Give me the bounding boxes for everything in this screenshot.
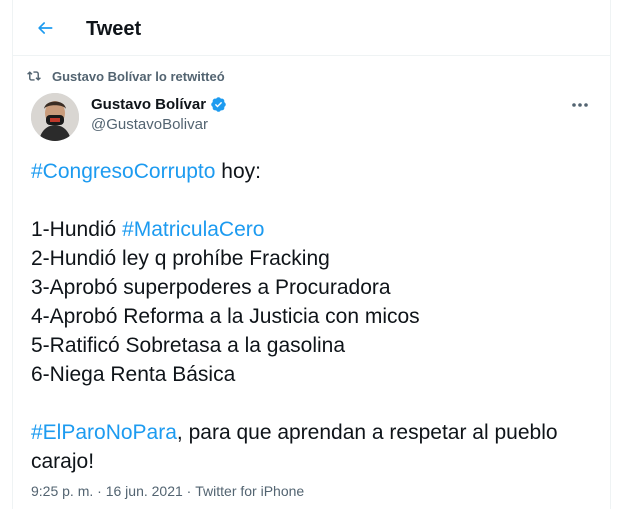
retweet-context[interactable]: Gustavo Bolívar lo retwitteó bbox=[26, 67, 225, 85]
tweet-line: 3-Aprobó superpoderes a Procuradora bbox=[31, 276, 391, 299]
name-row: Gustavo Bolívar bbox=[91, 96, 227, 113]
hashtag-link[interactable]: #CongresoCorrupto bbox=[31, 160, 215, 183]
tweet-text: #CongresoCorrupto hoy: 1-Hundió #Matricu… bbox=[31, 157, 606, 476]
tweet-line: 2-Hundió ley q prohíbe Fracking bbox=[31, 247, 330, 270]
author-handle[interactable]: @GustavoBolivar bbox=[91, 116, 227, 133]
verified-badge-icon bbox=[211, 97, 226, 112]
tweet-meta: 9:25 p. m. · 16 jun. 2021 · Twitter for … bbox=[31, 483, 304, 499]
tweet-line: 5-Ratificó Sobretasa a la gasolina bbox=[31, 334, 346, 357]
tweet-line: 6-Niega Renta Básica bbox=[31, 363, 236, 386]
retweet-label: Gustavo Bolívar lo retwitteó bbox=[52, 68, 225, 84]
author-info[interactable]: Gustavo Bolívar @GustavoBolivar bbox=[91, 96, 227, 133]
tweet-date[interactable]: 16 jun. 2021 bbox=[106, 483, 183, 499]
tweet-line: 1-Hundió #MatriculaCero bbox=[31, 215, 606, 244]
hashtag-link[interactable]: #ElParoNoPara bbox=[31, 421, 177, 444]
text-segment: , para que aprendan a respetar al pueblo bbox=[176, 421, 558, 444]
tweet-line: carajo! bbox=[31, 450, 95, 473]
tweet-page: Tweet Gustavo Bolívar lo retwitteó Gusta… bbox=[12, 0, 611, 509]
more-options-button[interactable] bbox=[568, 95, 592, 115]
header: Tweet bbox=[13, 0, 610, 56]
back-button[interactable] bbox=[31, 14, 59, 42]
hashtag-link[interactable]: #MatriculaCero bbox=[122, 218, 264, 241]
meta-separator: · bbox=[182, 483, 196, 499]
text-segment: hoy: bbox=[215, 160, 261, 183]
tweet-source[interactable]: Twitter for iPhone bbox=[195, 483, 304, 499]
tweet-line: #ElParoNoPara, para que aprendan a respe… bbox=[31, 418, 606, 447]
author-display-name[interactable]: Gustavo Bolívar bbox=[91, 96, 206, 113]
tweet-line: 4-Aprobó Reforma a la Justicia con micos bbox=[31, 305, 420, 328]
more-horizontal-icon bbox=[572, 103, 588, 107]
avatar[interactable] bbox=[31, 93, 79, 141]
tweet-line: #CongresoCorrupto hoy: bbox=[31, 157, 606, 186]
meta-separator: · bbox=[93, 483, 106, 499]
retweet-icon bbox=[27, 71, 41, 81]
page-title: Tweet bbox=[86, 18, 142, 40]
arrow-left-icon bbox=[38, 22, 53, 34]
tweet-time[interactable]: 9:25 p. m. bbox=[31, 483, 93, 499]
avatar-image bbox=[31, 93, 79, 141]
text-segment: 1-Hundió bbox=[31, 218, 123, 241]
